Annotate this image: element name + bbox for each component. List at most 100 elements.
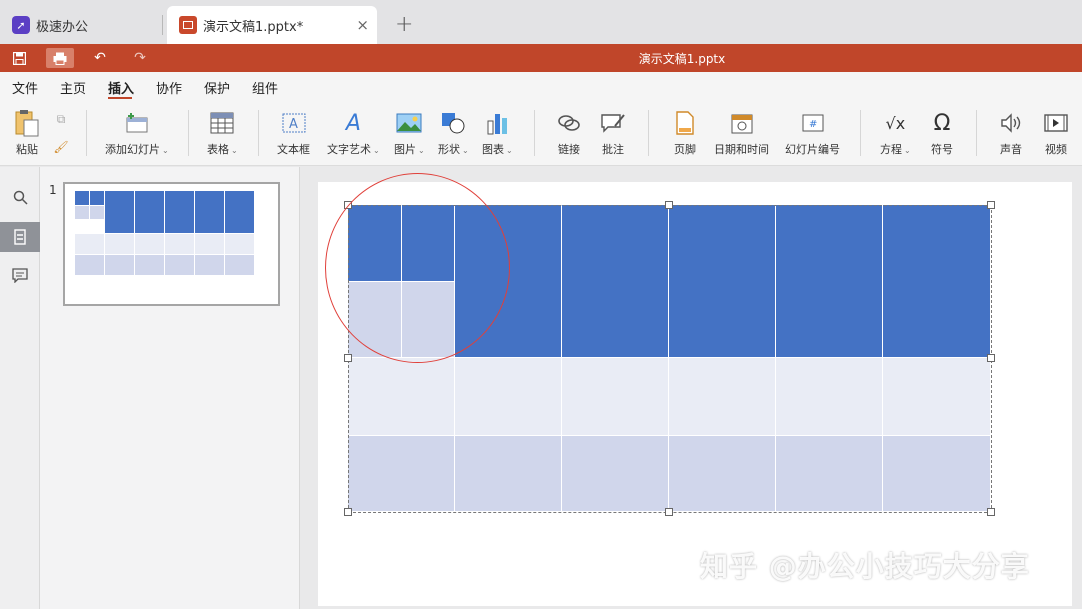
chart-button[interactable]: 图表 ⌄: [482, 110, 513, 157]
video-button[interactable]: 视频: [1043, 110, 1069, 157]
copy-button[interactable]: ⧉: [52, 110, 70, 128]
thumbnail-cell[interactable]: [90, 191, 105, 206]
search-icon[interactable]: [0, 182, 40, 212]
resize-handle[interactable]: [987, 508, 995, 516]
table-cell-split[interactable]: [348, 205, 402, 282]
table-header-cell[interactable]: [669, 205, 776, 358]
footer-icon: [672, 110, 698, 136]
menu-bar: 文件 主页 插入 协作 保护 组件: [0, 72, 1082, 102]
picture-button[interactable]: 图片 ⌄: [394, 110, 425, 157]
shape-button[interactable]: 形状 ⌄: [438, 110, 469, 157]
thumbnail-cell[interactable]: [195, 191, 225, 234]
menu-insert[interactable]: 插入: [108, 78, 134, 97]
table-cell[interactable]: [562, 358, 669, 436]
footer-button[interactable]: 页脚: [672, 110, 698, 157]
datetime-button[interactable]: 日期和时间: [714, 110, 769, 157]
format-painter-button[interactable]: 🖌: [52, 138, 70, 156]
thumbnail-cell[interactable]: [225, 234, 255, 255]
textbox-icon: A: [281, 110, 307, 136]
resize-handle[interactable]: [987, 201, 995, 209]
comment-button[interactable]: 批注: [600, 110, 626, 157]
rocket-icon: ➚: [12, 16, 30, 34]
new-tab-button[interactable]: +: [395, 12, 413, 37]
thumbnail-cell[interactable]: [105, 255, 135, 276]
thumbnail-cell[interactable]: [75, 191, 90, 206]
tab-document[interactable]: 演示文稿1.pptx* ×: [167, 6, 377, 44]
link-button[interactable]: 链接: [556, 110, 582, 157]
table-button[interactable]: 表格 ⌄: [207, 110, 238, 157]
thumbnail-cell[interactable]: [165, 255, 195, 276]
table-cell[interactable]: [669, 436, 776, 512]
thumbnail-cell[interactable]: [75, 206, 90, 220]
thumbnail-cell[interactable]: [105, 191, 135, 234]
thumbnail-cell[interactable]: [165, 234, 195, 255]
chart-label: 图表: [482, 143, 504, 156]
copy-icon: ⧉: [56, 111, 66, 126]
table-header-cell[interactable]: [883, 205, 991, 358]
brush-icon: 🖌: [53, 140, 69, 154]
table-header-cell[interactable]: [776, 205, 883, 358]
audio-button[interactable]: 声音: [998, 110, 1024, 157]
thumbnail-cell[interactable]: [135, 191, 165, 234]
thumbnail-cell[interactable]: [90, 206, 105, 220]
slide-number-label: 幻灯片编号: [785, 143, 840, 156]
table-cell[interactable]: [883, 358, 991, 436]
close-tab-icon[interactable]: ×: [356, 16, 369, 34]
table-cell[interactable]: [455, 358, 562, 436]
paste-button[interactable]: 粘贴: [14, 110, 40, 157]
textart-button[interactable]: A 文字艺术 ⌄: [327, 110, 380, 157]
footer-label: 页脚: [674, 143, 696, 156]
table-cell[interactable]: [348, 358, 455, 436]
table-cell[interactable]: [776, 358, 883, 436]
resize-handle[interactable]: [665, 508, 673, 516]
thumbnail-cell[interactable]: [75, 255, 105, 276]
ribbon-divider: [86, 110, 87, 156]
table-cell[interactable]: [669, 358, 776, 436]
table-cell[interactable]: [348, 436, 455, 512]
thumbnail-cell[interactable]: [195, 234, 225, 255]
table-cell[interactable]: [883, 436, 991, 512]
symbol-label: 符号: [931, 143, 953, 156]
speaker-icon: [998, 110, 1024, 136]
thumbnail-cell[interactable]: [135, 255, 165, 276]
symbol-button[interactable]: Ω 符号: [929, 110, 955, 157]
menu-components[interactable]: 组件: [252, 78, 278, 97]
thumbnail-cell[interactable]: [75, 234, 105, 255]
table-header-cell[interactable]: [562, 205, 669, 358]
resize-handle[interactable]: [344, 354, 352, 362]
menu-home[interactable]: 主页: [60, 78, 86, 97]
thumbnail-cell[interactable]: [105, 234, 135, 255]
resize-handle[interactable]: [344, 508, 352, 516]
table-cell[interactable]: [455, 436, 562, 512]
slide-number-icon: #: [800, 110, 826, 136]
resize-handle[interactable]: [665, 201, 673, 209]
table-header-cell[interactable]: [455, 205, 562, 358]
shape-label: 形状: [438, 143, 460, 156]
thumbnail-cell[interactable]: [165, 191, 195, 234]
equation-button[interactable]: √x 方程 ⌄: [880, 110, 911, 157]
svg-text:#: #: [809, 119, 817, 130]
resize-handle[interactable]: [344, 201, 352, 209]
table-cell-split[interactable]: [402, 205, 455, 282]
slides-panel-icon[interactable]: [0, 222, 40, 252]
add-slide-button[interactable]: 添加幻灯片 ⌄: [105, 110, 169, 157]
thumbnail-cell[interactable]: [195, 255, 225, 276]
link-icon: [556, 110, 582, 136]
menu-protect[interactable]: 保护: [204, 78, 230, 97]
comments-icon[interactable]: [0, 260, 40, 290]
slide-thumbnail[interactable]: [63, 182, 280, 306]
tab-app[interactable]: ➚ 极速办公: [0, 6, 162, 44]
menu-collaborate[interactable]: 协作: [156, 78, 182, 97]
table-cell[interactable]: [562, 436, 669, 512]
thumbnail-cell[interactable]: [225, 255, 255, 276]
table-cell-split[interactable]: [402, 282, 455, 358]
resize-handle[interactable]: [987, 354, 995, 362]
table-cell-split[interactable]: [348, 282, 402, 358]
thumbnail-cell[interactable]: [225, 191, 255, 234]
menu-file[interactable]: 文件: [12, 78, 38, 97]
add-slide-icon: [124, 110, 150, 136]
table-cell[interactable]: [776, 436, 883, 512]
slide-number-button[interactable]: # 幻灯片编号: [785, 110, 840, 157]
textbox-button[interactable]: A 文本框: [277, 110, 310, 157]
thumbnail-cell[interactable]: [135, 234, 165, 255]
